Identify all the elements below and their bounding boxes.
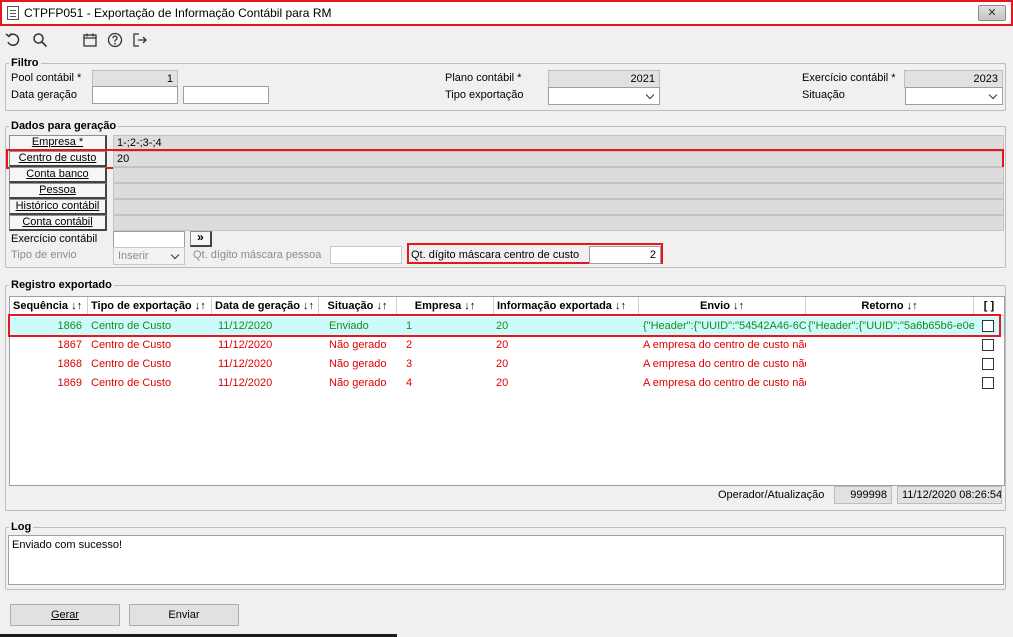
historico-contabil-field[interactable]: [113, 199, 1004, 215]
cell-empresa: 4: [406, 377, 413, 389]
exercicio-filter-label: Exercício contábil *: [802, 72, 896, 84]
qt-pessoa-label: Qt. dígito máscara pessoa: [193, 249, 322, 261]
tipo-envio-select[interactable]: Inserir: [113, 247, 185, 265]
tipo-envio-label: Tipo de envio: [11, 249, 77, 261]
plano-field[interactable]: 2021: [548, 70, 660, 88]
window-title: CTPFP051 - Exportação de Informação Cont…: [24, 6, 332, 20]
calendar-icon[interactable]: [81, 32, 99, 50]
situacao-select[interactable]: [905, 87, 1003, 105]
cell-tipo-exportacao: Centro de Custo: [91, 358, 172, 370]
cell-retorno: [806, 355, 974, 374]
cell-empresa: 3: [406, 358, 413, 370]
qt-pessoa-field[interactable]: [330, 246, 402, 264]
qt-centro-field[interactable]: 2: [589, 246, 661, 264]
cell-sequencia: 1867: [57, 339, 82, 351]
cell-empresa: 2: [406, 339, 413, 351]
cell-informacao: 20: [496, 358, 509, 370]
cell-situacao: Não gerado: [329, 377, 387, 389]
tipo-exportacao-select[interactable]: [548, 87, 660, 105]
registro-title: Registro exportado: [9, 279, 114, 291]
situacao-label: Situação: [802, 89, 845, 101]
row-checkbox[interactable]: [982, 358, 994, 370]
conta-contabil-button[interactable]: Conta contábil: [9, 215, 107, 231]
gerar-label: Gerar: [50, 609, 80, 621]
tipo-exportacao-label: Tipo exportação: [445, 89, 524, 101]
cell-informacao: 20: [496, 377, 509, 389]
filtro-title: Filtro: [9, 57, 41, 69]
exercicio-label: Exercício contábil: [11, 233, 98, 245]
cell-situacao: Não gerado: [329, 339, 387, 351]
help-icon[interactable]: [106, 32, 124, 50]
data-geracao-to-field[interactable]: [183, 86, 269, 104]
pool-label: Pool contábil *: [11, 72, 82, 84]
table-row[interactable]: 1868 Centro de Custo 11/12/2020 Não gerado 3…: [10, 355, 1004, 374]
operador-label: Operador/Atualização: [718, 489, 825, 501]
gerar-button[interactable]: Gerar: [10, 604, 120, 626]
cell-informacao: 20: [496, 339, 509, 351]
qt-centro-label: Qt. dígito máscara centro de custo: [411, 249, 580, 261]
cell-envio: A empresa do centro de custo não: [643, 339, 806, 351]
log-text[interactable]: Enviado com sucesso!: [8, 535, 1004, 585]
enviar-button[interactable]: Enviar: [129, 604, 239, 626]
document-icon: [7, 6, 19, 20]
table-row[interactable]: 1867 Centro de Custo 11/12/2020 Não gerado 2…: [10, 336, 1004, 355]
exercicio-filter-field[interactable]: 2023: [904, 70, 1003, 88]
cell-envio: A empresa do centro de custo não: [643, 377, 806, 389]
data-geracao-from-field[interactable]: [92, 86, 178, 104]
data-geracao-label: Data geração: [11, 89, 78, 101]
pessoa-button[interactable]: Pessoa: [9, 183, 107, 199]
row-checkbox[interactable]: [982, 339, 994, 351]
pessoa-field[interactable]: [113, 183, 1004, 199]
row-checkbox[interactable]: [982, 377, 994, 389]
cell-envio: A empresa do centro de custo não: [643, 358, 806, 370]
cell-retorno: [806, 374, 974, 393]
conta-banco-button[interactable]: Conta banco: [9, 167, 107, 183]
cell-retorno: [806, 336, 974, 355]
title-bar: CTPFP051 - Exportação de Informação Cont…: [0, 0, 1013, 26]
plano-label: Plano contábil *: [445, 72, 522, 84]
cell-tipo-exportacao: Centro de Custo: [91, 377, 172, 389]
cell-data-geracao: 11/12/2020: [218, 377, 273, 389]
cell-situacao: Não gerado: [329, 358, 387, 370]
table-row[interactable]: 1869 Centro de Custo 11/12/2020 Não gerado 4…: [10, 374, 1004, 393]
conta-banco-field[interactable]: [113, 167, 1004, 183]
atualizacao-field: 11/12/2020 08:26:54: [897, 486, 1002, 504]
selected-row-highlight: [8, 314, 1001, 337]
cell-sequencia: 1868: [57, 358, 82, 370]
enviar-label: Enviar: [168, 609, 200, 621]
cell-data-geracao: 11/12/2020: [218, 358, 273, 370]
log-title: Log: [9, 521, 34, 533]
undo-icon[interactable]: [4, 32, 22, 50]
cell-sequencia: 1869: [57, 377, 82, 389]
close-button[interactable]: ✕: [978, 5, 1006, 21]
operador-field: 999998: [834, 486, 892, 504]
cell-tipo-exportacao: Centro de Custo: [91, 339, 172, 351]
cell-data-geracao: 11/12/2020: [218, 339, 273, 351]
search-icon[interactable]: [31, 32, 49, 50]
add-exercicio-button[interactable]: »: [190, 231, 212, 247]
dados-title: Dados para geração: [9, 120, 119, 132]
centro-custo-highlight: [6, 149, 1004, 169]
historico-contabil-button[interactable]: Histórico contábil: [9, 199, 107, 215]
exit-icon[interactable]: [131, 32, 149, 50]
conta-contabil-field[interactable]: [113, 215, 1004, 231]
